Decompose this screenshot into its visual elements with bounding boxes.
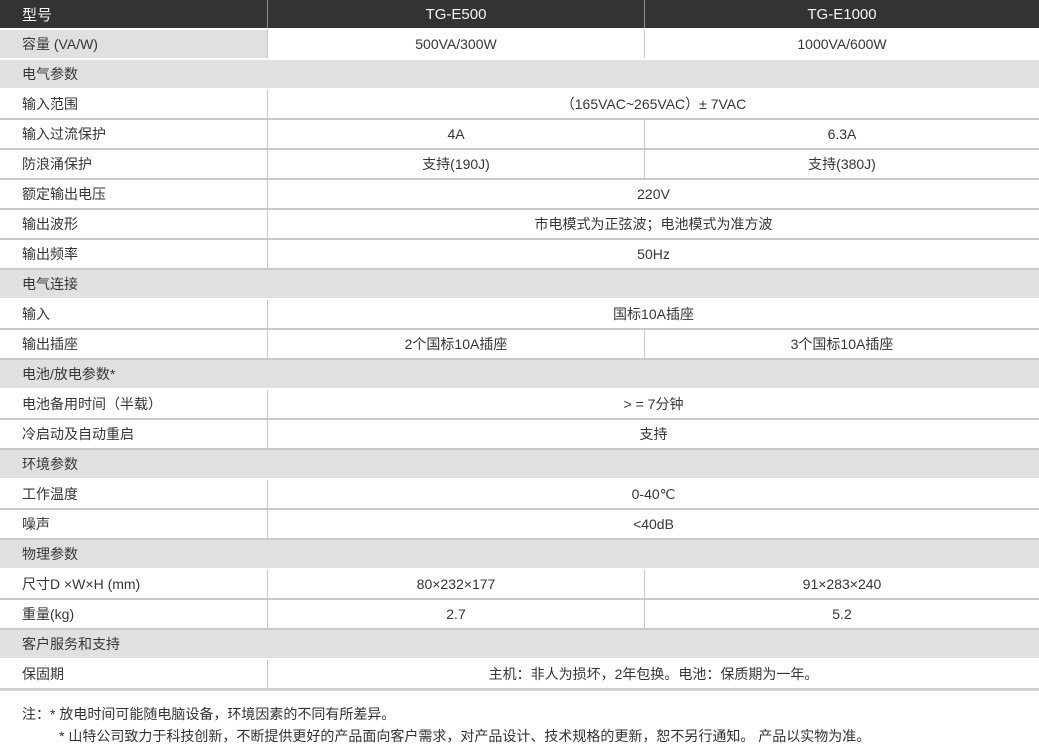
footnote-line-2: * 山特公司致力于科技创新，不断提供更好的产品面向客户需求，对产品设计、技术规格… <box>0 725 1039 747</box>
row-label: 输入过流保护 <box>0 120 268 148</box>
section-title: 物理参数 <box>0 540 1039 568</box>
footnote-line-1: 注：* 放电时间可能随电脑设备，环境因素的不同有所差异。 <box>0 703 1039 725</box>
value-shared: （165VAC~265VAC）± 7VAC <box>268 90 1039 118</box>
spec-table: 型号 TG-E500 TG-E1000 容量 (VA/W) 500VA/300W… <box>0 0 1039 691</box>
value-shared: 支持 <box>268 420 1039 448</box>
row-input-overcurrent: 输入过流保护 4A 6.3A <box>0 120 1039 150</box>
row-label: 噪声 <box>0 510 268 538</box>
row-battery-backup-time: 电池备用时间（半载） > = 7分钟 <box>0 390 1039 420</box>
row-label: 额定输出电压 <box>0 180 268 208</box>
header-model-tg-e1000: TG-E1000 <box>645 0 1039 28</box>
row-output-sockets: 输出插座 2个国标10A插座 3个国标10A插座 <box>0 330 1039 360</box>
row-capacity: 容量 (VA/W) 500VA/300W 1000VA/600W <box>0 30 1039 60</box>
section-title: 电气参数 <box>0 60 1039 88</box>
row-label: 重量(kg) <box>0 600 268 628</box>
value-shared: > = 7分钟 <box>268 390 1039 418</box>
table-header-row: 型号 TG-E500 TG-E1000 <box>0 0 1039 30</box>
row-label: 保固期 <box>0 660 268 688</box>
section-title: 环境参数 <box>0 450 1039 478</box>
section-title: 客户服务和支持 <box>0 630 1039 658</box>
value-shared: 220V <box>268 180 1039 208</box>
row-label: 输出波形 <box>0 210 268 238</box>
section-battery-discharge-params: 电池/放电参数* <box>0 360 1039 390</box>
value-tg-e1000: 1000VA/600W <box>645 30 1039 58</box>
row-label: 输出频率 <box>0 240 268 268</box>
value-shared: 0-40℃ <box>268 480 1039 508</box>
value-tg-e500: 500VA/300W <box>268 30 645 58</box>
section-title: 电池/放电参数* <box>0 360 1039 388</box>
row-operating-temperature: 工作温度 0-40℃ <box>0 480 1039 510</box>
row-rated-output-voltage: 额定输出电压 220V <box>0 180 1039 210</box>
row-label: 防浪涌保护 <box>0 150 268 178</box>
value-shared: 国标10A插座 <box>268 300 1039 328</box>
value-shared: 50Hz <box>268 240 1039 268</box>
value-tg-e1000: 3个国标10A插座 <box>645 330 1039 358</box>
section-electrical-connection: 电气连接 <box>0 270 1039 300</box>
row-output-frequency: 输出频率 50Hz <box>0 240 1039 270</box>
value-tg-e500: 2.7 <box>268 600 645 628</box>
value-tg-e500: 2个国标10A插座 <box>268 330 645 358</box>
footnotes: 注：* 放电时间可能随电脑设备，环境因素的不同有所差异。 * 山特公司致力于科技… <box>0 691 1039 747</box>
value-tg-e500: 4A <box>268 120 645 148</box>
row-warranty: 保固期 主机：非人为损坏，2年包换。电池：保质期为一年。 <box>0 660 1039 691</box>
section-electrical-params: 电气参数 <box>0 60 1039 90</box>
row-dimensions: 尺寸D ×W×H (mm) 80×232×177 91×283×240 <box>0 570 1039 600</box>
value-shared: <40dB <box>268 510 1039 538</box>
row-input-range: 输入范围 （165VAC~265VAC）± 7VAC <box>0 90 1039 120</box>
value-tg-e500: 支持(190J) <box>268 150 645 178</box>
section-title: 电气连接 <box>0 270 1039 298</box>
header-model-label: 型号 <box>0 0 268 28</box>
value-shared: 主机：非人为损坏，2年包换。电池：保质期为一年。 <box>268 660 1039 688</box>
section-environment-params: 环境参数 <box>0 450 1039 480</box>
row-label: 电池备用时间（半载） <box>0 390 268 418</box>
row-label: 输出插座 <box>0 330 268 358</box>
row-output-waveform: 输出波形 市电模式为正弦波；电池模式为准方波 <box>0 210 1039 240</box>
row-label: 尺寸D ×W×H (mm) <box>0 570 268 598</box>
value-tg-e500: 80×232×177 <box>268 570 645 598</box>
header-model-tg-e500: TG-E500 <box>268 0 645 28</box>
row-label: 输入范围 <box>0 90 268 118</box>
section-customer-service: 客户服务和支持 <box>0 630 1039 660</box>
value-tg-e1000: 5.2 <box>645 600 1039 628</box>
row-input: 输入 国标10A插座 <box>0 300 1039 330</box>
row-noise: 噪声 <40dB <box>0 510 1039 540</box>
row-weight: 重量(kg) 2.7 5.2 <box>0 600 1039 630</box>
value-tg-e1000: 91×283×240 <box>645 570 1039 598</box>
row-cold-start-auto-restart: 冷启动及自动重启 支持 <box>0 420 1039 450</box>
row-label: 容量 (VA/W) <box>0 30 268 58</box>
value-tg-e1000: 支持(380J) <box>645 150 1039 178</box>
value-shared: 市电模式为正弦波；电池模式为准方波 <box>268 210 1039 238</box>
section-physical-params: 物理参数 <box>0 540 1039 570</box>
row-label: 输入 <box>0 300 268 328</box>
row-label: 工作温度 <box>0 480 268 508</box>
row-surge-protection: 防浪涌保护 支持(190J) 支持(380J) <box>0 150 1039 180</box>
value-tg-e1000: 6.3A <box>645 120 1039 148</box>
row-label: 冷启动及自动重启 <box>0 420 268 448</box>
